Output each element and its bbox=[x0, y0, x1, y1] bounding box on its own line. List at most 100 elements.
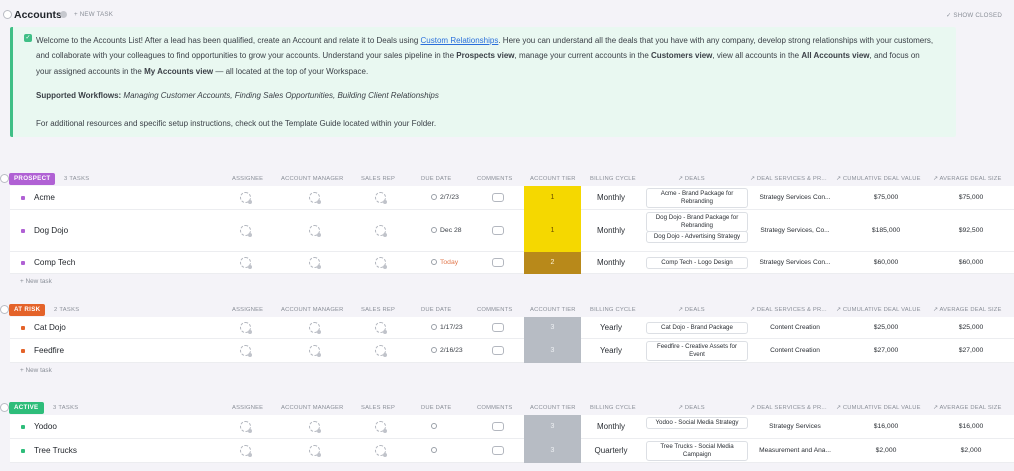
col-assignee[interactable]: ASSIGNEE bbox=[232, 176, 263, 182]
account-manager-avatar-icon[interactable] bbox=[309, 257, 321, 269]
col-deal-services[interactable]: ↗ DEAL SERVICES & PR... bbox=[750, 307, 827, 313]
group-collapse-icon[interactable] bbox=[0, 174, 9, 183]
account-manager-avatar-icon[interactable] bbox=[309, 445, 321, 457]
task-name[interactable]: Feedfire bbox=[34, 346, 64, 355]
due-date[interactable]: Today bbox=[431, 259, 458, 266]
assignee-avatar-icon[interactable] bbox=[240, 257, 252, 269]
billing-cycle[interactable]: Yearly bbox=[581, 323, 641, 332]
account-tier-cell[interactable]: 1 bbox=[524, 210, 581, 252]
due-date[interactable]: Dec 28 bbox=[431, 227, 462, 234]
col-account-tier[interactable]: ACCOUNT TIER bbox=[530, 405, 576, 411]
col-billing-cycle[interactable]: BILLING CYCLE bbox=[590, 176, 636, 182]
account-tier-cell[interactable]: 3 bbox=[524, 439, 581, 463]
col-sales-rep[interactable]: SALES REP bbox=[361, 176, 395, 182]
group-collapse-icon[interactable] bbox=[0, 403, 9, 412]
show-closed-toggle[interactable]: ✓ SHOW CLOSED bbox=[946, 12, 1002, 19]
col-deal-services[interactable]: ↗ DEAL SERVICES & PR... bbox=[750, 405, 827, 411]
account-manager-avatar-icon[interactable] bbox=[309, 225, 321, 237]
table-row[interactable]: Feedfire 2/16/23 3 Yearly Feedfire - Cre… bbox=[10, 339, 1014, 363]
sales-rep-avatar-icon[interactable] bbox=[375, 225, 387, 237]
col-average-deal-size[interactable]: ↗ AVERAGE DEAL SIZE bbox=[933, 405, 1002, 411]
col-cumulative-deal-value[interactable]: ↗ CUMULATIVE DEAL VALUE bbox=[836, 307, 921, 313]
account-tier-cell[interactable]: 3 bbox=[524, 339, 581, 363]
assignee-avatar-icon[interactable] bbox=[240, 421, 252, 433]
table-row[interactable]: Yodoo 3 Monthly Yodoo - Social Media Str… bbox=[10, 415, 1014, 439]
account-manager-avatar-icon[interactable] bbox=[309, 192, 321, 204]
deal-chip[interactable]: Acme - Brand Package for Rebranding bbox=[646, 188, 748, 208]
comment-icon[interactable] bbox=[492, 323, 504, 332]
due-date[interactable]: 2/16/23 bbox=[431, 347, 463, 354]
col-account-manager[interactable]: ACCOUNT MANAGER bbox=[281, 405, 343, 411]
col-assignee[interactable]: ASSIGNEE bbox=[232, 307, 263, 313]
col-average-deal-size[interactable]: ↗ AVERAGE DEAL SIZE bbox=[933, 307, 1002, 313]
custom-relationships-link[interactable]: Custom Relationships bbox=[421, 36, 499, 45]
table-row[interactable]: Dog Dojo Dec 28 1 Monthly Dog Dojo - Bra… bbox=[10, 210, 1014, 252]
deal-chip[interactable]: Yodoo - Social Media Strategy bbox=[646, 417, 748, 429]
deal-chip[interactable]: Dog Dojo - Brand Package for Rebranding bbox=[646, 212, 748, 232]
comment-icon[interactable] bbox=[492, 346, 504, 355]
account-tier-cell[interactable]: 3 bbox=[524, 415, 581, 439]
info-icon[interactable] bbox=[60, 11, 67, 18]
account-manager-avatar-icon[interactable] bbox=[309, 322, 321, 334]
deal-chip[interactable]: Tree Trucks - Social Media Campaign bbox=[646, 441, 748, 461]
assignee-avatar-icon[interactable] bbox=[240, 225, 252, 237]
due-date[interactable] bbox=[431, 423, 440, 430]
table-row[interactable]: Comp Tech Today 2 Monthly Comp Tech - Lo… bbox=[10, 252, 1014, 274]
deal-chip[interactable]: Feedfire - Creative Assets for Event bbox=[646, 341, 748, 361]
task-name[interactable]: Dog Dojo bbox=[34, 226, 68, 235]
sales-rep-avatar-icon[interactable] bbox=[375, 192, 387, 204]
col-comments[interactable]: COMMENTS bbox=[477, 307, 512, 313]
table-row[interactable]: Acme 2/7/23 1 Monthly Acme - Brand Packa… bbox=[10, 186, 1014, 210]
account-manager-avatar-icon[interactable] bbox=[309, 345, 321, 357]
col-comments[interactable]: COMMENTS bbox=[477, 176, 512, 182]
task-name[interactable]: Tree Trucks bbox=[34, 446, 77, 455]
task-name[interactable]: Yodoo bbox=[34, 422, 57, 431]
due-date[interactable]: 2/7/23 bbox=[431, 194, 459, 201]
table-row[interactable]: Tree Trucks 3 Quarterly Tree Trucks - So… bbox=[10, 439, 1014, 463]
col-assignee[interactable]: ASSIGNEE bbox=[232, 405, 263, 411]
assignee-avatar-icon[interactable] bbox=[240, 345, 252, 357]
col-account-manager[interactable]: ACCOUNT MANAGER bbox=[281, 176, 343, 182]
col-average-deal-size[interactable]: ↗ AVERAGE DEAL SIZE bbox=[933, 176, 1002, 182]
deal-chip[interactable]: Comp Tech - Logo Design bbox=[646, 257, 748, 269]
collapse-circle-icon[interactable] bbox=[3, 10, 12, 19]
col-deals[interactable]: ↗ DEALS bbox=[678, 307, 705, 313]
billing-cycle[interactable]: Monthly bbox=[581, 193, 641, 202]
table-row[interactable]: Cat Dojo 1/17/23 3 Yearly Cat Dojo - Bra… bbox=[10, 317, 1014, 339]
col-due-date[interactable]: DUE DATE bbox=[421, 307, 451, 313]
task-name[interactable]: Acme bbox=[34, 193, 55, 202]
due-date[interactable] bbox=[431, 447, 440, 454]
col-deals[interactable]: ↗ DEALS bbox=[678, 176, 705, 182]
task-name[interactable]: Comp Tech bbox=[34, 258, 75, 267]
billing-cycle[interactable]: Quarterly bbox=[581, 446, 641, 455]
col-sales-rep[interactable]: SALES REP bbox=[361, 307, 395, 313]
sales-rep-avatar-icon[interactable] bbox=[375, 345, 387, 357]
sales-rep-avatar-icon[interactable] bbox=[375, 257, 387, 269]
deal-chip[interactable]: Cat Dojo - Brand Package bbox=[646, 322, 748, 334]
account-manager-avatar-icon[interactable] bbox=[309, 421, 321, 433]
comment-icon[interactable] bbox=[492, 193, 504, 202]
col-sales-rep[interactable]: SALES REP bbox=[361, 405, 395, 411]
status-badge[interactable]: ACTIVE bbox=[9, 402, 44, 414]
sales-rep-avatar-icon[interactable] bbox=[375, 322, 387, 334]
sales-rep-avatar-icon[interactable] bbox=[375, 421, 387, 433]
col-deal-services[interactable]: ↗ DEAL SERVICES & PR... bbox=[750, 176, 827, 182]
comment-icon[interactable] bbox=[492, 258, 504, 267]
assignee-avatar-icon[interactable] bbox=[240, 322, 252, 334]
add-task-button[interactable]: + New task bbox=[20, 367, 52, 374]
account-tier-cell[interactable]: 2 bbox=[524, 252, 581, 274]
col-cumulative-deal-value[interactable]: ↗ CUMULATIVE DEAL VALUE bbox=[836, 176, 921, 182]
billing-cycle[interactable]: Yearly bbox=[581, 346, 641, 355]
col-cumulative-deal-value[interactable]: ↗ CUMULATIVE DEAL VALUE bbox=[836, 405, 921, 411]
sales-rep-avatar-icon[interactable] bbox=[375, 445, 387, 457]
col-due-date[interactable]: DUE DATE bbox=[421, 405, 451, 411]
task-name[interactable]: Cat Dojo bbox=[34, 323, 66, 332]
col-billing-cycle[interactable]: BILLING CYCLE bbox=[590, 405, 636, 411]
billing-cycle[interactable]: Monthly bbox=[581, 422, 641, 431]
col-billing-cycle[interactable]: BILLING CYCLE bbox=[590, 307, 636, 313]
account-tier-cell[interactable]: 1 bbox=[524, 186, 581, 210]
col-deals[interactable]: ↗ DEALS bbox=[678, 405, 705, 411]
add-task-button[interactable]: + New task bbox=[20, 278, 52, 285]
billing-cycle[interactable]: Monthly bbox=[581, 258, 641, 267]
col-account-manager[interactable]: ACCOUNT MANAGER bbox=[281, 307, 343, 313]
